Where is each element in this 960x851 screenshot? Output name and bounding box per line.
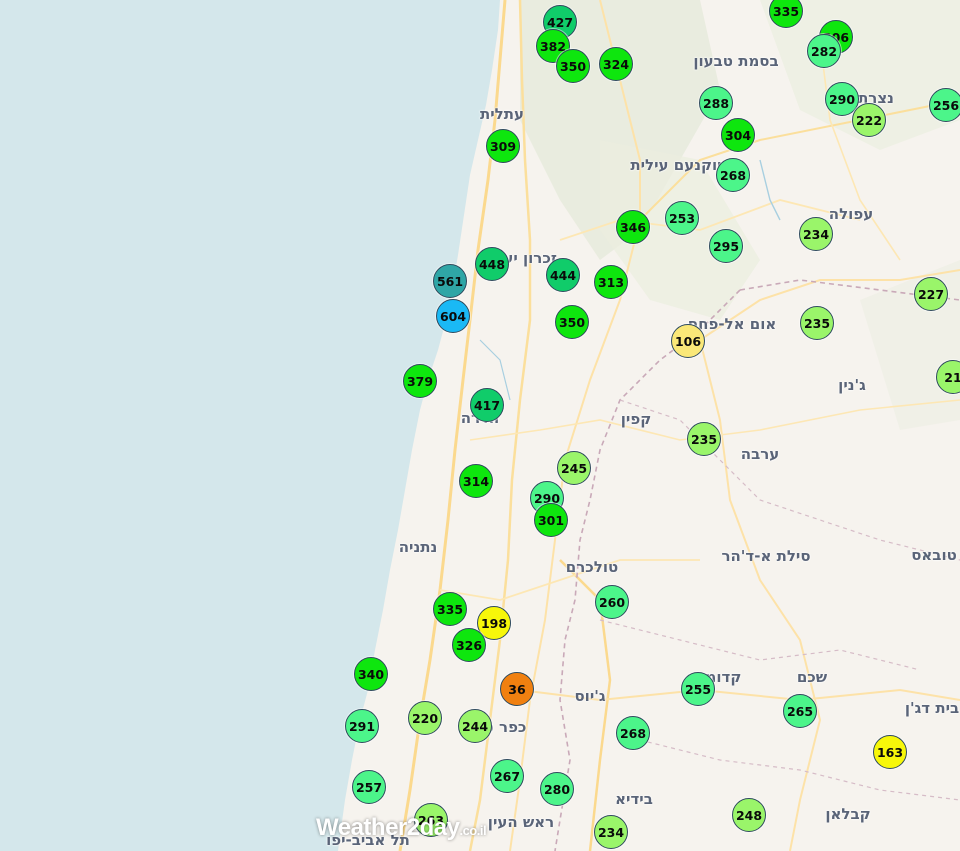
station-marker[interactable]: 448 [475,247,509,281]
station-marker[interactable]: 291 [345,709,379,743]
station-marker[interactable]: 379 [403,364,437,398]
station-marker[interactable]: 604 [436,299,470,333]
station-marker[interactable]: 444 [546,258,580,292]
station-marker[interactable]: 301 [534,503,568,537]
place-label: בידיא [615,790,653,808]
station-marker[interactable]: 257 [352,770,386,804]
station-marker[interactable]: 280 [540,772,574,806]
station-marker[interactable]: 326 [452,628,486,662]
place-label: בסמת טבעון [693,52,779,70]
station-marker[interactable]: 268 [716,158,750,192]
station-marker[interactable]: 222 [852,103,886,137]
map-view[interactable]: בסמת טבעון עתלית נצרת יוקנעם עילית עפולה זכרו… [0,0,960,851]
station-marker[interactable]: 163 [873,735,907,769]
station-marker[interactable]: 314 [459,464,493,498]
place-label: סילת א-ד'הר [721,547,811,565]
place-label: קפין [620,410,652,428]
station-marker[interactable]: 256 [929,88,960,122]
station-marker[interactable]: 235 [687,422,721,456]
station-marker[interactable]: 235 [800,306,834,340]
station-marker[interactable]: 36 [500,672,534,706]
station-marker[interactable]: 265 [783,694,817,728]
station-marker[interactable]: 295 [709,229,743,263]
place-label: ג'יוס [574,687,606,705]
station-marker[interactable]: 309 [486,129,520,163]
station-marker[interactable]: 245 [557,451,591,485]
station-marker[interactable]: 313 [594,265,628,299]
place-label: עפולה [828,205,874,223]
station-marker[interactable]: 335 [433,592,467,626]
place-label: יוקנעם עילית [630,156,722,174]
place-label: ערבה [740,445,780,463]
place-label: קבלאן [825,805,871,823]
place-label: שכם [796,668,828,686]
station-marker[interactable]: 288 [699,86,733,120]
station-marker[interactable]: 260 [595,585,629,619]
station-marker[interactable]: 255 [681,672,715,706]
place-label: ג'נין [838,376,866,394]
station-marker[interactable]: 106 [671,324,705,358]
place-label: טובאס [911,546,957,564]
station-marker[interactable]: 340 [354,657,388,691]
station-marker[interactable]: 227 [914,277,948,311]
weather2day-logo: Weather2day.co.il [316,814,487,841]
station-marker[interactable]: 248 [732,798,766,832]
place-label: עתלית [480,105,524,123]
station-marker[interactable]: 253 [665,201,699,235]
place-label: בית דג'ן [904,699,960,717]
place-label: טולכרם [565,558,619,576]
place-label: נתניה [398,538,438,556]
place-label: ראש העין [487,813,555,831]
station-marker[interactable]: 350 [556,49,590,83]
station-marker[interactable]: 268 [616,716,650,750]
station-marker[interactable]: 561 [433,264,467,298]
station-marker[interactable]: 220 [408,701,442,735]
station-marker[interactable]: 267 [490,759,524,793]
station-marker[interactable]: 346 [616,210,650,244]
station-marker[interactable]: 282 [807,34,841,68]
station-marker[interactable]: 234 [594,815,628,849]
station-marker[interactable]: 304 [721,118,755,152]
station-marker[interactable]: 234 [799,217,833,251]
station-marker[interactable]: 417 [470,388,504,422]
station-marker[interactable]: 350 [555,305,589,339]
station-marker[interactable]: 324 [599,47,633,81]
station-marker[interactable]: 244 [458,709,492,743]
